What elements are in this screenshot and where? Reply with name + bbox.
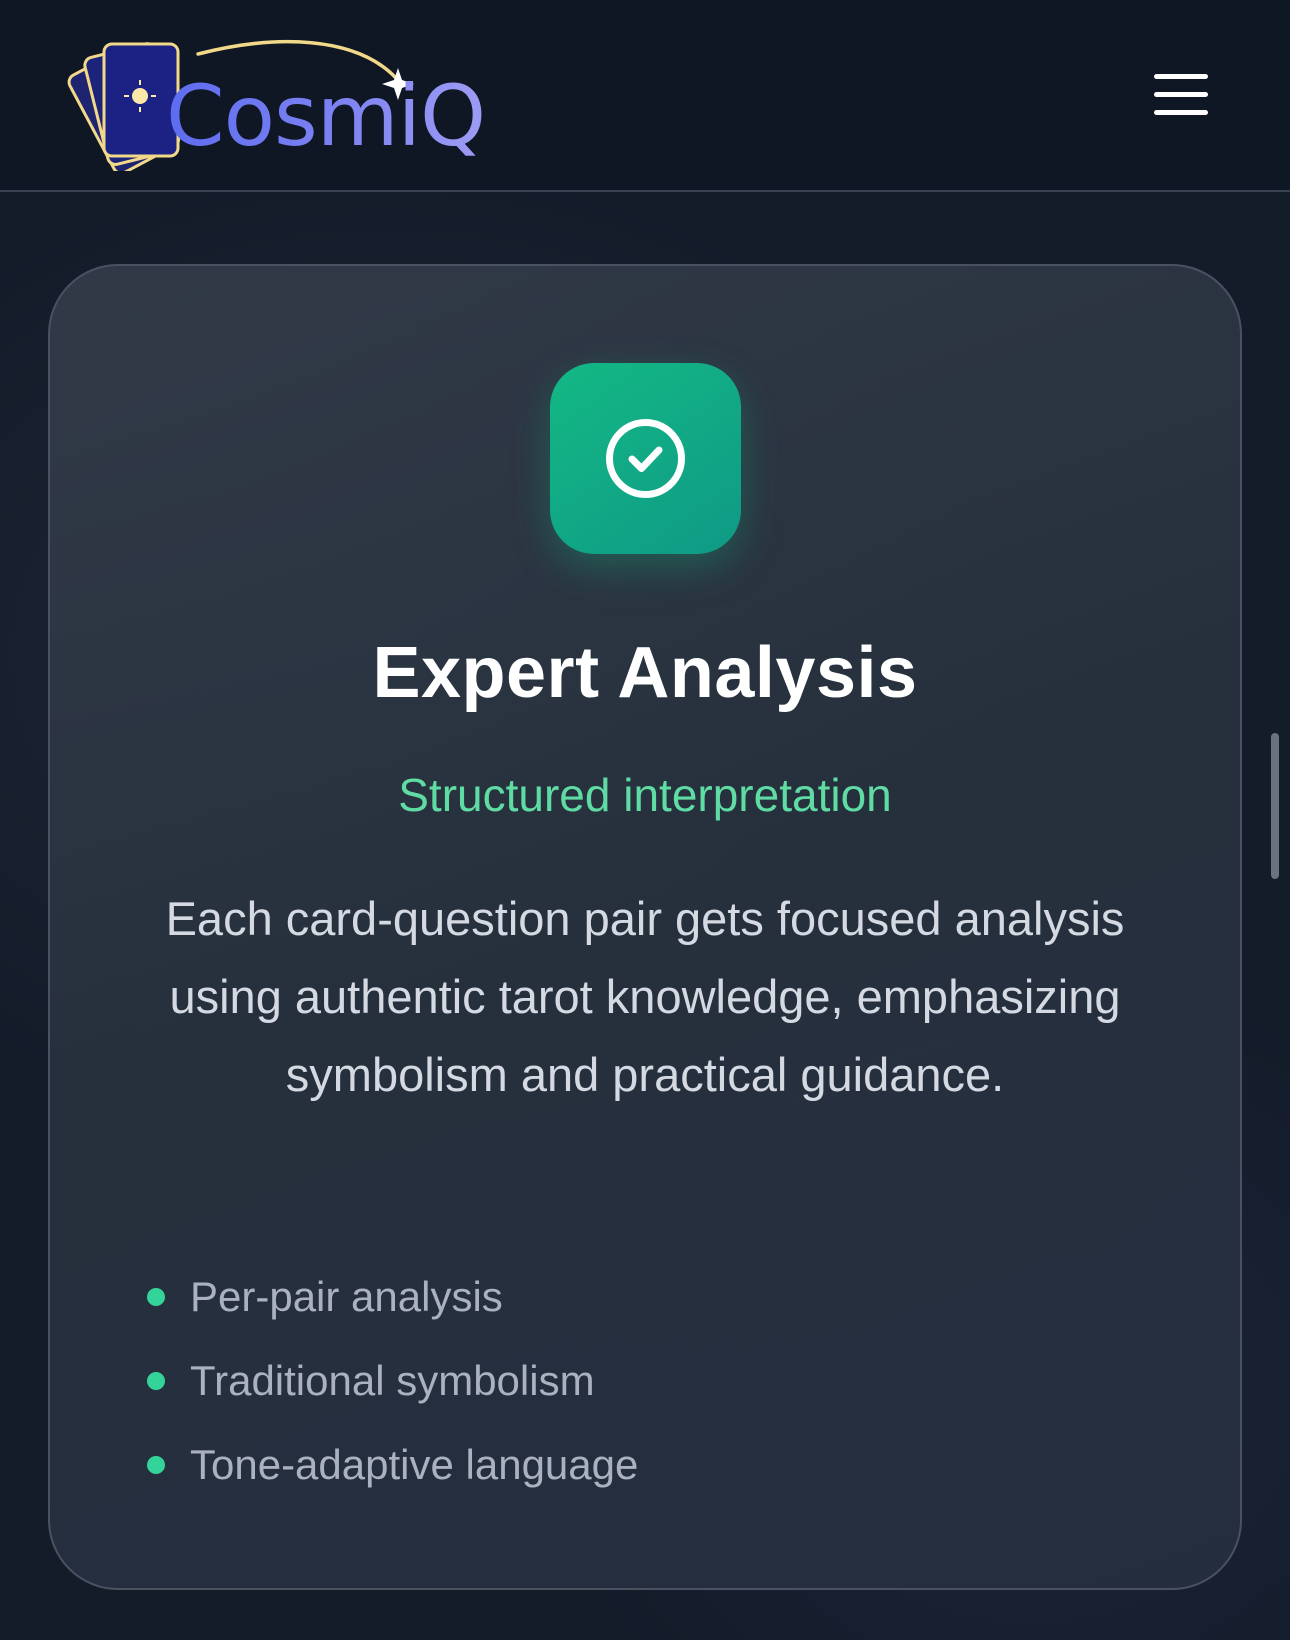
- feature-item-label: Tone-adaptive language: [190, 1441, 639, 1488]
- cosmiq-logo[interactable]: CosmiQ: [66, 36, 506, 171]
- feature-item-label: Per-pair analysis: [190, 1273, 503, 1320]
- hamburger-menu-icon-line: [1154, 110, 1208, 115]
- hamburger-menu-button[interactable]: [1150, 70, 1210, 120]
- bullet-dot-icon: [147, 1456, 165, 1474]
- feature-list: Per-pair analysis Traditional symbolism …: [140, 1255, 1040, 1507]
- list-item: Tone-adaptive language: [140, 1423, 1040, 1507]
- logo-wordmark: CosmiQ: [166, 67, 486, 165]
- bullet-dot-icon: [147, 1372, 165, 1390]
- hamburger-menu-icon-line: [1154, 92, 1208, 97]
- top-nav-bar: CosmiQ: [0, 0, 1290, 192]
- feature-description: Each card-question pair gets focused ana…: [165, 892, 1125, 1101]
- check-circle-icon: [606, 419, 685, 498]
- feature-subtitle: Structured interpretation: [398, 769, 892, 821]
- feature-title: Expert Analysis: [372, 633, 918, 713]
- list-item: Traditional symbolism: [140, 1339, 1040, 1423]
- feature-item-label: Traditional symbolism: [190, 1357, 595, 1404]
- scrollbar-thumb[interactable]: [1271, 733, 1279, 879]
- list-item: Per-pair analysis: [140, 1255, 1040, 1339]
- feature-icon-tile: [550, 363, 741, 554]
- bullet-dot-icon: [147, 1288, 165, 1306]
- hamburger-menu-icon-line: [1154, 74, 1208, 79]
- page: CosmiQ Expert Analysis Structured interp…: [0, 0, 1290, 1640]
